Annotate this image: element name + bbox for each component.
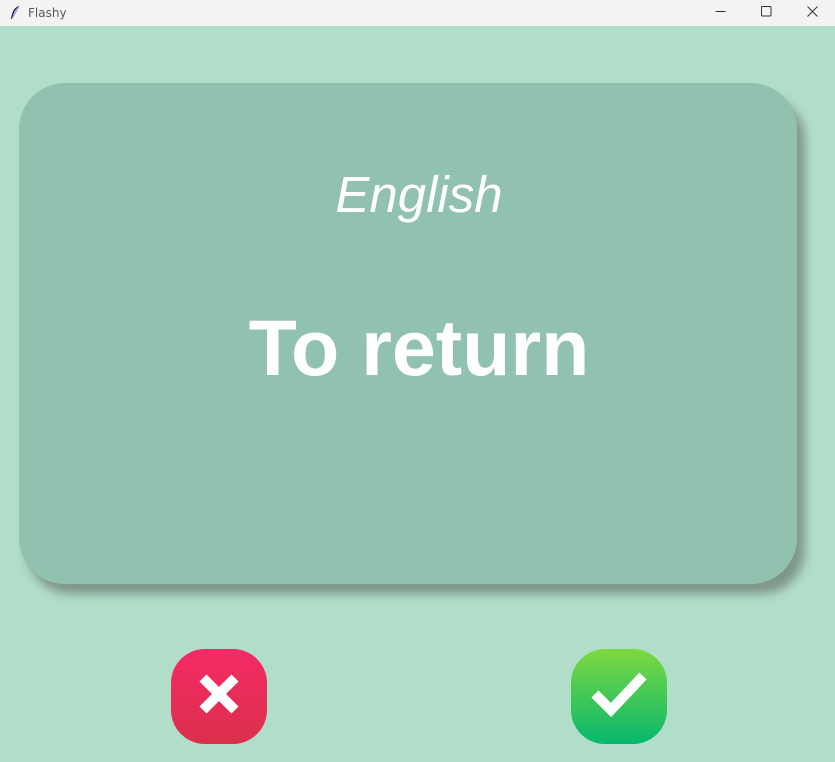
minimize-icon	[715, 4, 726, 22]
card-language-label: English	[335, 166, 503, 223]
minimize-button[interactable]	[697, 0, 743, 26]
card-word: To return	[248, 303, 590, 392]
maximize-button[interactable]	[743, 0, 789, 26]
wrong-button[interactable]	[171, 649, 267, 744]
title-bar: Flashy	[0, 0, 835, 26]
check-mark-icon	[590, 670, 648, 723]
x-mark-icon	[195, 670, 243, 723]
close-button[interactable]	[789, 0, 835, 26]
window-title: Flashy	[28, 6, 67, 20]
close-icon	[806, 4, 818, 22]
feather-icon	[7, 5, 23, 21]
right-button[interactable]	[571, 649, 667, 744]
window-controls	[697, 0, 835, 26]
maximize-icon	[760, 4, 772, 22]
